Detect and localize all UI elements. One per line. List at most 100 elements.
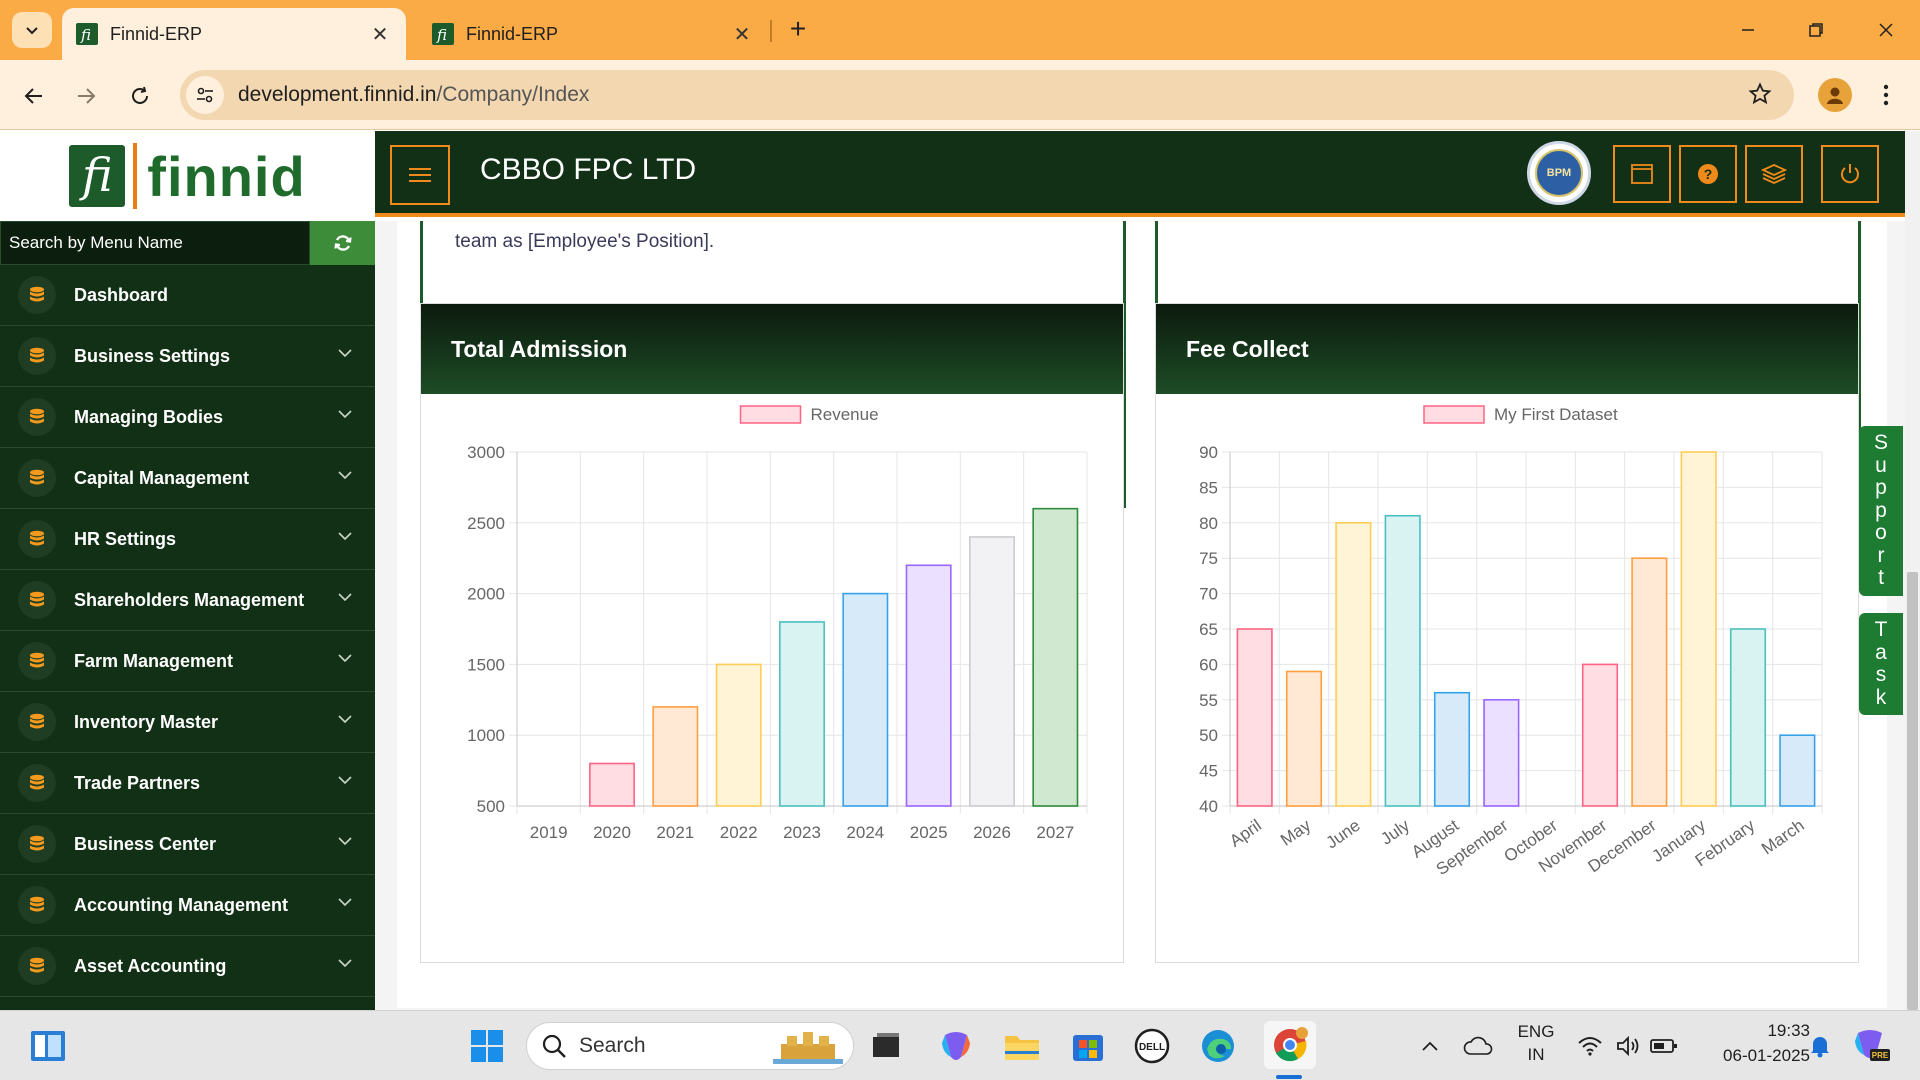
dell-logo-icon: DELL <box>1134 1028 1170 1064</box>
reload-button[interactable] <box>120 76 160 116</box>
chart-bar[interactable] <box>1779 734 1816 807</box>
chart-bar[interactable] <box>715 663 762 807</box>
window-button[interactable] <box>1613 145 1671 203</box>
fee-collect-card: Fee Collect My First Dataset 40 45 50 55 60 65… <box>1155 303 1859 963</box>
sidebar-item-label: Capital Management <box>74 467 250 488</box>
sidebar-item-trade-partners[interactable]: Trade Partners <box>0 753 375 814</box>
sidebar-item-shareholders-management[interactable]: Shareholders Management <box>0 570 375 631</box>
browser-tab-inactive[interactable]: fi Finnid-ERP ✕ <box>418 8 768 60</box>
x-tick-label: 2027 <box>1036 823 1074 842</box>
task-side-tab[interactable]: Task <box>1859 613 1903 715</box>
chart-bar[interactable] <box>842 592 889 807</box>
organisation-badge[interactable]: BPM <box>1527 141 1591 205</box>
help-button[interactable]: ? <box>1679 145 1737 203</box>
widgets-icon-glyph <box>31 1031 65 1061</box>
sidebar-item-farm-management[interactable]: Farm Management <box>0 631 375 692</box>
side-tab-label: Support <box>1873 431 1888 589</box>
chart-bar[interactable] <box>1631 557 1668 807</box>
sidebar-item-accounting-management[interactable]: Accounting Management <box>0 875 375 936</box>
browser-menu-button[interactable] <box>1874 78 1898 112</box>
task-view-icon[interactable] <box>866 1026 906 1066</box>
support-side-tab[interactable]: Support <box>1859 426 1903 596</box>
copilot-icon[interactable] <box>936 1026 976 1066</box>
chart-bar[interactable] <box>1032 507 1079 807</box>
language-indicator[interactable]: ENG IN <box>1512 1022 1560 1065</box>
microsoft-store-icon[interactable] <box>1068 1026 1108 1066</box>
y-tick-label: 85 <box>1199 478 1218 497</box>
sidebar-item-asset-accounting[interactable]: Asset Accounting <box>0 936 375 997</box>
chart-bar[interactable] <box>1433 691 1471 807</box>
chart-bar[interactable] <box>652 706 699 807</box>
app-logo[interactable]: fi finnid <box>0 131 375 221</box>
url-omnibox[interactable]: development.finnid.in/Company/Index <box>180 70 1794 120</box>
browser-address-bar: development.finnid.in/Company/Index <box>0 60 1920 130</box>
restore-button[interactable] <box>1796 12 1836 48</box>
layers-button[interactable] <box>1745 145 1803 203</box>
widgets-icon[interactable] <box>28 1026 68 1066</box>
site-info-icon[interactable] <box>186 76 224 114</box>
sidebar-item-dashboard[interactable]: Dashboard <box>0 265 375 326</box>
sidebar-item-business-center[interactable]: Business Center <box>0 814 375 875</box>
chart-bar[interactable] <box>905 564 952 807</box>
copilot-preview-icon[interactable]: PRE <box>1852 1026 1892 1066</box>
y-tick-label: 80 <box>1199 514 1218 533</box>
profile-avatar[interactable] <box>1818 78 1852 112</box>
page-scrollbar-thumb[interactable] <box>1907 572 1918 1010</box>
sidebar-item-inventory-master[interactable]: Inventory Master <box>0 692 375 753</box>
database-icon <box>18 642 56 680</box>
start-button[interactable] <box>467 1026 507 1066</box>
tab-close-icon[interactable]: ✕ <box>368 22 392 47</box>
chart-bar[interactable] <box>1581 663 1619 807</box>
chart-title: Fee Collect <box>1186 335 1309 362</box>
chart-bar[interactable] <box>1285 670 1323 807</box>
bookmark-star-icon[interactable] <box>1748 82 1772 106</box>
close-window-button[interactable] <box>1866 12 1906 48</box>
chart-bar[interactable] <box>589 762 635 807</box>
tab-close-icon[interactable]: ✕ <box>730 22 754 47</box>
battery-icon[interactable] <box>1644 1026 1684 1066</box>
minimize-button[interactable] <box>1728 12 1768 48</box>
chart-bar[interactable] <box>1335 522 1372 807</box>
browser-tab-active[interactable]: fi Finnid-ERP ✕ <box>62 8 406 60</box>
sidebar-toggle-button[interactable] <box>390 145 450 205</box>
tab-search-button[interactable] <box>12 12 52 48</box>
database-icon <box>18 276 56 314</box>
sidebar-item-label: Shareholders Management <box>74 589 305 610</box>
sidebar-item-business-settings[interactable]: Business Settings <box>0 326 375 387</box>
dell-icon[interactable]: DELL <box>1132 1026 1172 1066</box>
chart-bar[interactable] <box>969 536 1015 807</box>
clock[interactable]: 19:33 06-01-2025 <box>1694 1021 1810 1066</box>
taskbar-search[interactable]: Search <box>526 1022 854 1070</box>
back-button[interactable] <box>14 76 54 116</box>
database-icon <box>18 947 56 985</box>
hidden-icons-button[interactable] <box>1410 1026 1450 1066</box>
url-path: /Company/Index <box>436 83 590 106</box>
total-admission-chart: Revenue 500 1000 1500 2000 2500 3000 2019 2020 20… <box>467 405 1088 842</box>
sidebar-item-managing-bodies[interactable]: Managing Bodies <box>0 387 375 448</box>
chevron-down-icon <box>338 349 352 358</box>
new-tab-button[interactable]: + <box>782 14 814 46</box>
chart-legend[interactable]: Revenue <box>739 405 879 424</box>
menu-search-input[interactable] <box>0 221 310 265</box>
onedrive-icon[interactable] <box>1458 1026 1498 1066</box>
forward-button[interactable] <box>66 76 106 116</box>
volume-icon[interactable] <box>1608 1026 1648 1066</box>
chart-bar[interactable] <box>1680 451 1717 807</box>
logout-button[interactable] <box>1821 145 1879 203</box>
sidebar-item-label: Dashboard <box>74 284 169 305</box>
notifications-icon[interactable] <box>1800 1026 1840 1066</box>
chart-bar[interactable] <box>1483 698 1520 807</box>
chart-legend[interactable]: My First Dataset <box>1423 405 1618 424</box>
chart-bar[interactable] <box>779 621 825 807</box>
chart-bar[interactable] <box>1384 514 1421 807</box>
chart-bar[interactable] <box>1236 628 1273 807</box>
wifi-icon[interactable] <box>1570 1026 1610 1066</box>
menu-refresh-button[interactable] <box>310 221 375 265</box>
sidebar-item-capital-management[interactable]: Capital Management <box>0 448 375 509</box>
chrome-taskbar-button[interactable] <box>1264 1021 1316 1069</box>
sidebar-item-hr-settings[interactable]: HR Settings <box>0 509 375 570</box>
edge-icon[interactable] <box>1198 1026 1238 1066</box>
chart-bar[interactable] <box>1729 628 1767 807</box>
file-explorer-icon[interactable] <box>1002 1026 1042 1066</box>
sidebar-menu: Dashboard Business Settings Managing Bodie… <box>0 265 375 997</box>
